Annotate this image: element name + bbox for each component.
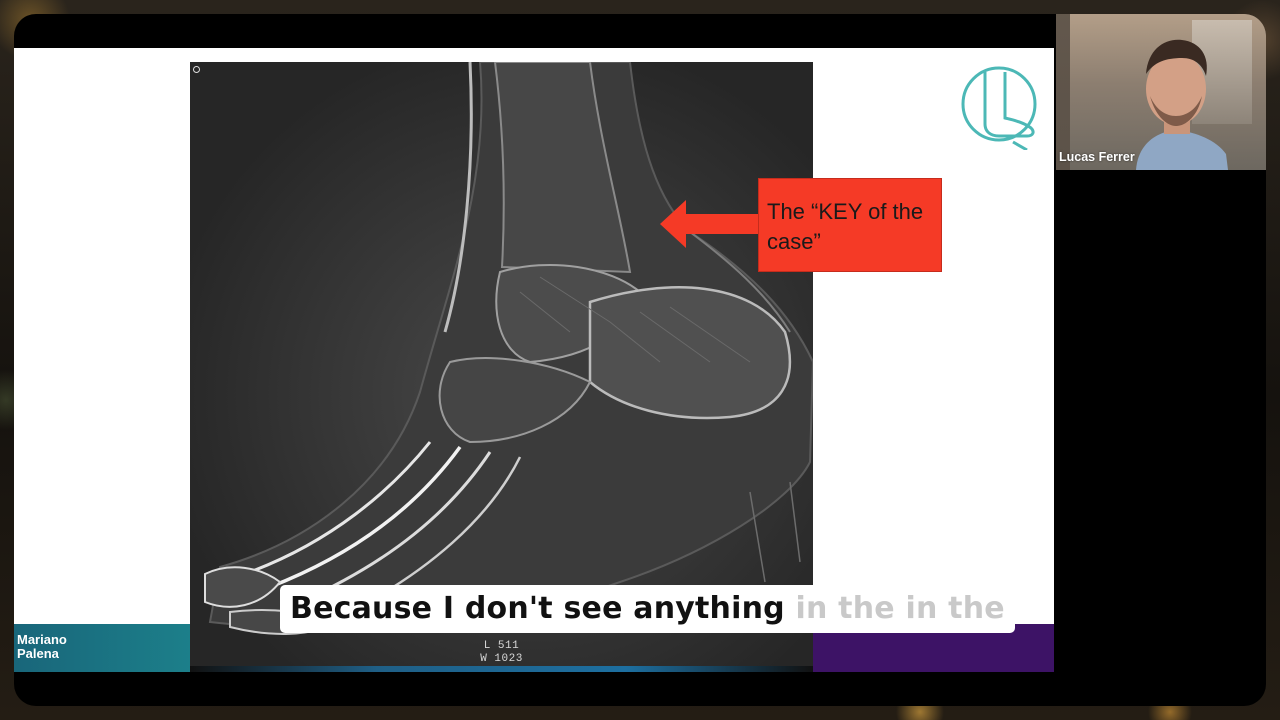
key-of-case-callout: The “KEY of the case”	[758, 178, 942, 272]
presenter-last-name: Palena	[17, 646, 59, 661]
presenter-name: Mariano Palena	[17, 633, 67, 661]
left-arrow-icon	[660, 200, 760, 248]
participant-video-tile[interactable]: Lucas Ferrer	[1056, 14, 1266, 170]
participant-avatar	[1136, 39, 1228, 170]
caption-spoken-text: Because I don't see anything	[290, 591, 785, 626]
meeting-frame: L 511 W 1023 The “KEY of the case” Maria…	[14, 14, 1266, 706]
foot-xray-drawing	[190, 62, 813, 666]
caption-pending-text: in the in the	[784, 591, 1005, 626]
presenter-first-name: Mariano	[17, 632, 67, 647]
shared-slide: L 511 W 1023 The “KEY of the case” Maria…	[14, 48, 1054, 672]
live-caption: Because I don't see anything in the in t…	[280, 585, 1015, 633]
xray-image: L 511 W 1023	[190, 62, 813, 666]
xray-width-label: W 1023	[480, 653, 523, 665]
xray-level-label: L 511	[483, 640, 520, 652]
foot-logo-icon	[961, 66, 1037, 150]
xray-window-bar	[190, 666, 813, 672]
xray-orientation-marker	[193, 66, 200, 73]
participant-name-label: Lucas Ferrer	[1059, 150, 1135, 164]
